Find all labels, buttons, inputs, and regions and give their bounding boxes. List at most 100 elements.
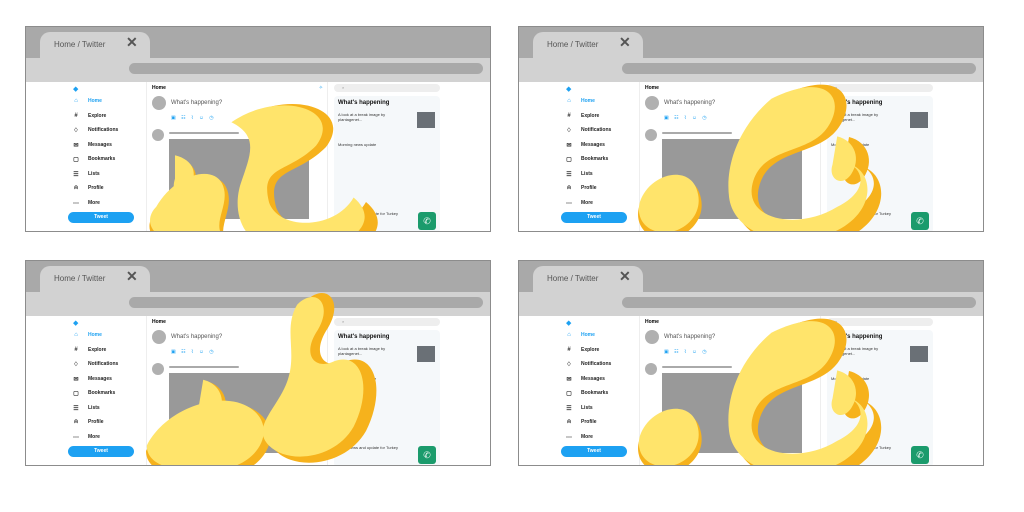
sidebar-item-more[interactable]: ⋯ More [71,432,100,442]
compose-tweet-button[interactable]: Tweet [788,356,814,365]
more-icon: ⋯ [73,434,79,441]
trend-thumbnail[interactable] [417,346,435,362]
sidebar-item-lists[interactable]: ☰ Lists [71,403,99,413]
twitter-bird-icon[interactable]: ◆ [73,319,78,327]
search-input[interactable]: ⌕ [334,84,440,92]
close-icon[interactable]: ✕ [126,269,138,283]
sidebar-item-messages[interactable]: ✉ Messages [71,140,111,150]
avatar[interactable] [645,363,657,375]
trend-item[interactable]: ...Mr. News and update for Turkey [831,211,901,216]
search-input[interactable]: ⌕ [827,84,933,92]
sparkle-icon[interactable]: ✧ [319,85,323,91]
sidebar-item-profile[interactable]: ⍝ Profile [564,183,596,193]
avatar[interactable] [645,330,659,344]
whatsapp-icon[interactable]: ✆ [418,446,436,464]
trend-item[interactable]: ...Mr. News and update for Turkey [338,211,408,216]
address-bar[interactable] [129,297,483,308]
sparkle-icon[interactable]: ✧ [812,319,816,325]
sidebar-item-notifications[interactable]: ♢ Notifications [71,359,118,369]
trend-thumbnail[interactable] [417,112,435,128]
sidebar-item-lists[interactable]: ☰ Lists [71,169,99,179]
close-icon[interactable]: ✕ [619,35,631,49]
close-icon[interactable]: ✕ [126,35,138,49]
avatar[interactable] [152,96,166,110]
trend-item[interactable]: Morning news update [831,376,911,381]
trend-item[interactable]: A look at a break image by plantagenet..… [338,112,408,122]
trend-item[interactable]: ...Mr. News and update for Turkey [338,445,408,450]
sidebar-item-messages[interactable]: ✉ Messages [564,374,604,384]
trend-item[interactable]: A look at a break image by plantagenet..… [831,346,901,356]
trend-thumbnail[interactable] [910,112,928,128]
compose-tweet-button[interactable]: Tweet [295,356,321,365]
sidebar-item-explore[interactable]: # Explore [564,111,599,121]
twitter-bird-icon[interactable]: ◆ [566,319,571,327]
compose-toolbar[interactable]: ▣ ☷ ⌇ ☺ ◷ [664,115,709,121]
sidebar-tweet-button[interactable]: Tweet [68,212,134,223]
close-icon[interactable]: ✕ [619,269,631,283]
sidebar-item-home[interactable]: ⌂ Home [71,96,102,106]
sidebar-tweet-button[interactable]: Tweet [68,446,134,457]
sidebar-item-notifications[interactable]: ♢ Notifications [564,359,611,369]
sidebar-item-more[interactable]: ⋯ More [71,198,100,208]
sidebar-tweet-button[interactable]: Tweet [561,446,627,457]
sidebar-item-home[interactable]: ⌂ Home [564,96,595,106]
twitter-bird-icon[interactable]: ◆ [73,85,78,93]
tweet-media[interactable] [169,139,309,219]
sidebar-item-bookmarks[interactable]: ▢ Bookmarks [71,388,115,398]
sidebar-item-notifications[interactable]: ♢ Notifications [71,125,118,135]
sidebar-item-bookmarks[interactable]: ▢ Bookmarks [564,154,608,164]
trend-item[interactable]: A look at a break image by plantagenet..… [831,112,901,122]
sidebar-item-lists[interactable]: ☰ Lists [564,403,592,413]
sparkle-icon[interactable]: ✧ [812,85,816,91]
whatsapp-icon[interactable]: ✆ [911,212,929,230]
whatsapp-icon[interactable]: ✆ [911,446,929,464]
sidebar-tweet-button[interactable]: Tweet [561,212,627,223]
trend-item[interactable]: Morning news update [831,142,911,147]
sidebar-item-home[interactable]: ⌂ Home [71,330,102,340]
compose-toolbar[interactable]: ▣ ☷ ⌇ ☺ ◷ [664,349,709,355]
compose-input[interactable]: What's happening? [171,334,222,340]
sidebar-item-home[interactable]: ⌂ Home [564,330,595,340]
sidebar-item-profile[interactable]: ⍝ Profile [71,183,103,193]
avatar[interactable] [152,129,164,141]
sidebar-item-bookmarks[interactable]: ▢ Bookmarks [564,388,608,398]
tweet-media[interactable] [662,373,802,453]
sidebar-item-bookmarks[interactable]: ▢ Bookmarks [71,154,115,164]
trend-item[interactable]: A look at a break image by plantagenet..… [338,346,408,356]
search-input[interactable]: ⌕ [334,318,440,326]
avatar[interactable] [645,129,657,141]
compose-toolbar[interactable]: ▣ ☷ ⌇ ☺ ◷ [171,349,216,355]
compose-input[interactable]: What's happening? [664,334,715,340]
sidebar-item-notifications[interactable]: ♢ Notifications [564,125,611,135]
search-input[interactable]: ⌕ [827,318,933,326]
sidebar-item-lists[interactable]: ☰ Lists [564,169,592,179]
twitter-bird-icon[interactable]: ◆ [566,85,571,93]
trend-item[interactable]: ...Mr. News and update for Turkey [831,445,901,450]
sidebar-item-profile[interactable]: ⍝ Profile [71,417,103,427]
avatar[interactable] [152,363,164,375]
address-bar[interactable] [622,63,976,74]
sparkle-icon[interactable]: ✧ [319,319,323,325]
sidebar-item-explore[interactable]: # Explore [71,111,106,121]
address-bar[interactable] [129,63,483,74]
avatar[interactable] [152,330,166,344]
sidebar-item-messages[interactable]: ✉ Messages [564,140,604,150]
trend-thumbnail[interactable] [910,346,928,362]
sidebar-item-profile[interactable]: ⍝ Profile [564,417,596,427]
address-bar[interactable] [622,297,976,308]
trend-item[interactable]: Morning news update [338,376,418,381]
sidebar-item-explore[interactable]: # Explore [564,345,599,355]
sidebar-item-label: Notifications [581,361,612,367]
sidebar-item-more[interactable]: ⋯ More [564,198,593,208]
tweet-media[interactable] [662,139,802,219]
trend-item[interactable]: Morning news update [338,142,418,147]
sidebar-item-more[interactable]: ⋯ More [564,432,593,442]
compose-toolbar[interactable]: ▣ ☷ ⌇ ☺ ◷ [171,115,216,121]
avatar[interactable] [645,96,659,110]
sidebar-item-explore[interactable]: # Explore [71,345,106,355]
compose-input[interactable]: What's happening? [664,100,715,106]
compose-input[interactable]: What's happening? [171,100,222,106]
whatsapp-icon[interactable]: ✆ [418,212,436,230]
tweet-media[interactable] [169,373,309,453]
sidebar-item-messages[interactable]: ✉ Messages [71,374,111,384]
